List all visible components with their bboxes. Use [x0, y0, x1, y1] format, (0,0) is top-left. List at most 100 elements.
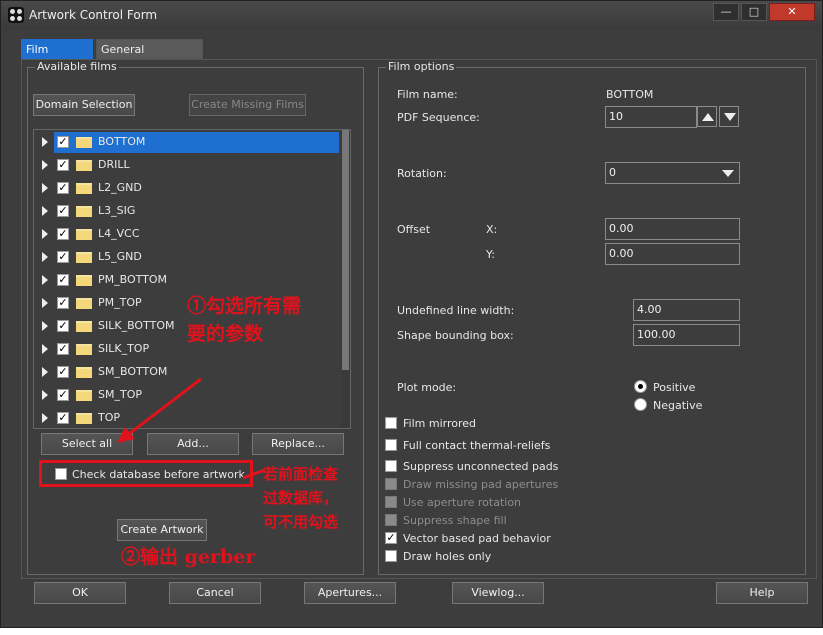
offset-x-input[interactable]: 0.00 — [605, 218, 740, 240]
domain-selection-button[interactable]: Domain Selection — [33, 94, 135, 116]
option-label: Full contact thermal-reliefs — [403, 439, 551, 452]
film-list-scrollbar[interactable] — [341, 130, 350, 428]
tab-film-control[interactable]: Film Control — [21, 39, 93, 75]
folder-icon — [76, 275, 92, 286]
expand-arrow-icon[interactable] — [42, 321, 48, 331]
option-label: Draw missing pad apertures — [403, 478, 559, 491]
film-checkbox[interactable]: ✓ — [57, 389, 69, 401]
film-checkbox[interactable]: ✓ — [57, 343, 69, 355]
offset-y-input[interactable]: 0.00 — [605, 243, 740, 265]
annotation-step2: ②输出 gerber — [121, 546, 256, 568]
folder-icon — [76, 413, 92, 424]
expand-arrow-icon[interactable] — [42, 367, 48, 377]
option-checkbox[interactable] — [385, 417, 397, 429]
film-name: SILK_BOTTOM — [98, 319, 175, 332]
film-checkbox[interactable]: ✓ — [57, 228, 69, 240]
rotation-label: Rotation: — [397, 167, 447, 180]
close-button[interactable]: ✕ — [769, 3, 815, 21]
folder-icon — [76, 367, 92, 378]
film-checkbox[interactable]: ✓ — [57, 297, 69, 309]
option-checkbox[interactable] — [385, 550, 397, 562]
folder-icon — [76, 206, 92, 217]
app-icon — [8, 7, 24, 23]
film-checkbox[interactable]: ✓ — [57, 251, 69, 263]
option-checkbox[interactable] — [385, 514, 397, 526]
option-label: Use aperture rotation — [403, 496, 522, 509]
title-bar[interactable]: Artwork Control Form — □ ✕ — [1, 1, 822, 29]
film-checkbox[interactable]: ✓ — [57, 182, 69, 194]
pdf-sequence-up-button[interactable] — [697, 106, 717, 127]
pdf-sequence-label: PDF Sequence: — [397, 111, 480, 124]
scrollbar-thumb[interactable] — [342, 130, 349, 370]
option-checkbox[interactable]: ✓ — [385, 532, 397, 544]
option-label: Film mirrored — [403, 417, 476, 430]
offset-label: Offset — [397, 223, 431, 236]
film-row[interactable]: ✓ L5_GND — [34, 246, 339, 268]
undefined-line-width-input[interactable]: 4.00 — [633, 299, 740, 321]
chevron-down-icon — [722, 170, 734, 177]
folder-icon — [76, 137, 92, 148]
maximize-button[interactable]: □ — [741, 3, 767, 21]
pdf-sequence-input[interactable]: 10 — [605, 106, 697, 128]
expand-arrow-icon[interactable] — [42, 229, 48, 239]
expand-arrow-icon[interactable] — [42, 206, 48, 216]
apertures-button[interactable]: Apertures... — [304, 582, 396, 604]
expand-arrow-icon[interactable] — [42, 183, 48, 193]
background-strip — [0, 628, 823, 635]
window-title: Artwork Control Form — [29, 8, 158, 22]
film-checkbox[interactable]: ✓ — [57, 412, 69, 424]
expand-arrow-icon[interactable] — [42, 413, 48, 423]
film-row[interactable]: ✓ L4_VCC — [34, 223, 339, 245]
option-checkbox[interactable] — [385, 496, 397, 508]
option-checkbox[interactable] — [385, 478, 397, 490]
shape-bounding-box-label: Shape bounding box: — [397, 329, 514, 342]
film-row[interactable]: ✓ DRILL — [34, 154, 339, 176]
negative-radio[interactable] — [634, 398, 647, 411]
selection-highlight — [54, 132, 339, 153]
film-checkbox[interactable]: ✓ — [57, 366, 69, 378]
option-label: Suppress unconnected pads — [403, 460, 559, 473]
expand-arrow-icon[interactable] — [42, 160, 48, 170]
option-checkbox[interactable] — [385, 460, 397, 472]
film-row[interactable]: ✓ L2_GND — [34, 177, 339, 199]
expand-arrow-icon[interactable] — [42, 137, 48, 147]
film-checkbox[interactable]: ✓ — [57, 274, 69, 286]
help-button[interactable]: Help — [716, 582, 808, 604]
negative-label: Negative — [653, 399, 703, 412]
cancel-button[interactable]: Cancel — [169, 582, 261, 604]
annotation-step1-line1: ①勾选所有需 — [187, 295, 302, 317]
ok-button[interactable]: OK — [34, 582, 126, 604]
create-missing-films-button[interactable]: Create Missing Films — [189, 94, 306, 116]
option-checkbox[interactable] — [385, 439, 397, 451]
replace-button[interactable]: Replace... — [252, 433, 344, 455]
film-row[interactable]: ✓ L3_SIG — [34, 200, 339, 222]
pdf-sequence-down-button[interactable] — [719, 106, 739, 127]
expand-arrow-icon[interactable] — [42, 275, 48, 285]
film-name: PM_BOTTOM — [98, 273, 168, 286]
positive-radio[interactable] — [634, 380, 647, 393]
rotation-select[interactable]: 0 — [605, 162, 740, 184]
film-options-title: Film options — [386, 60, 457, 73]
film-row[interactable]: ✓ PM_BOTTOM — [34, 269, 339, 291]
tab-general-parameters[interactable]: General Parameters — [96, 39, 203, 75]
positive-label: Positive — [653, 381, 696, 394]
option-label: Draw holes only — [403, 550, 492, 563]
shape-bounding-box-input[interactable]: 100.00 — [633, 324, 740, 346]
expand-arrow-icon[interactable] — [42, 344, 48, 354]
rotation-value: 0 — [609, 166, 616, 179]
film-row[interactable]: ✓ BOTTOM — [34, 131, 339, 153]
film-checkbox[interactable]: ✓ — [57, 136, 69, 148]
film-name: PM_TOP — [98, 296, 142, 309]
expand-arrow-icon[interactable] — [42, 298, 48, 308]
create-artwork-button[interactable]: Create Artwork — [117, 519, 207, 541]
minimize-button[interactable]: — — [713, 3, 739, 21]
film-checkbox[interactable]: ✓ — [57, 320, 69, 332]
folder-icon — [76, 344, 92, 355]
expand-arrow-icon[interactable] — [42, 252, 48, 262]
option-label: Vector based pad behavior — [403, 532, 551, 545]
film-checkbox[interactable]: ✓ — [57, 205, 69, 217]
film-checkbox[interactable]: ✓ — [57, 159, 69, 171]
viewlog-button[interactable]: Viewlog... — [452, 582, 544, 604]
folder-icon — [76, 160, 92, 171]
expand-arrow-icon[interactable] — [42, 390, 48, 400]
